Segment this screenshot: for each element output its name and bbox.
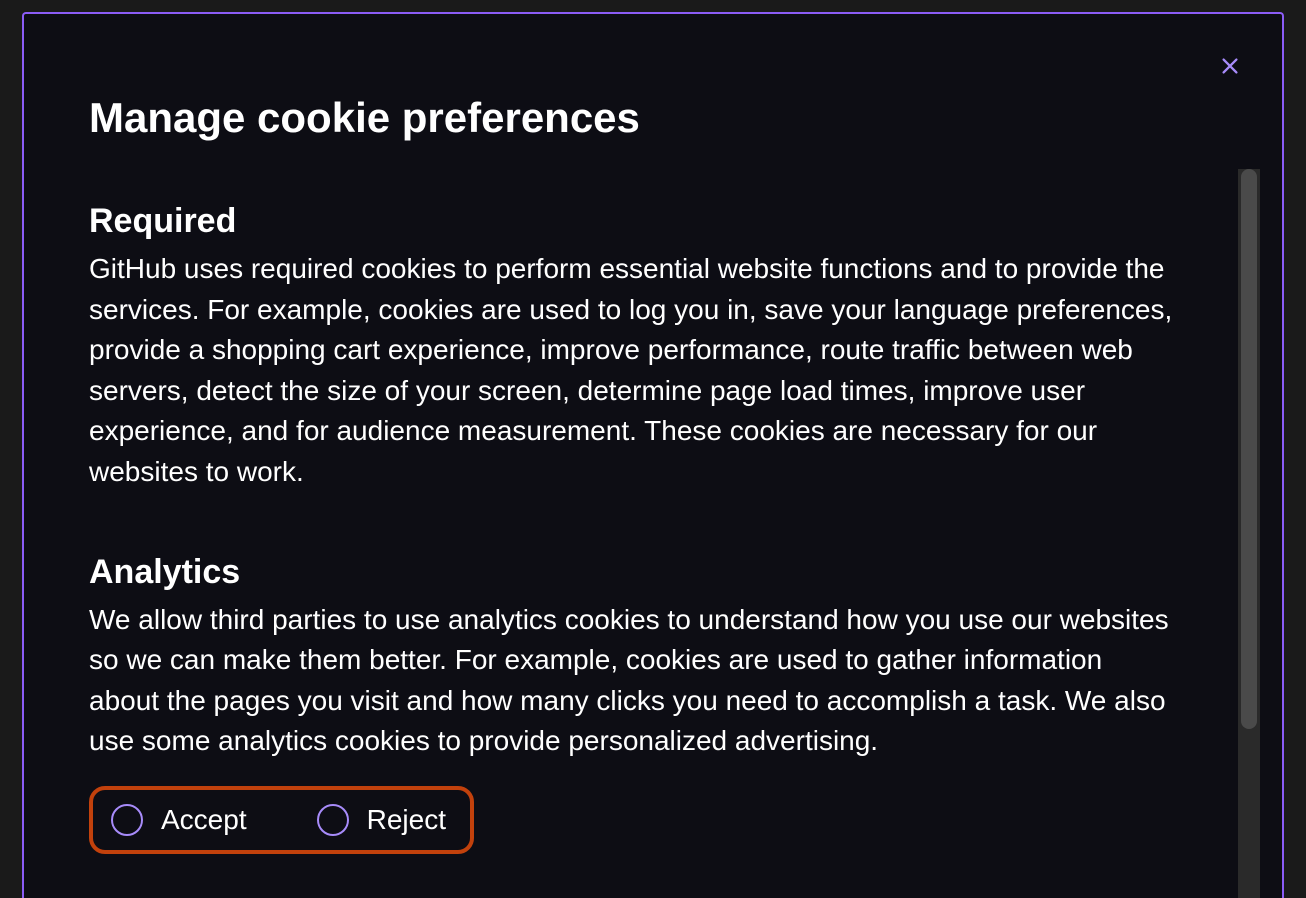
section-required-title: Required: [89, 202, 1177, 241]
section-required: Required GitHub uses required cookies to…: [89, 202, 1177, 493]
section-analytics-title: Analytics: [89, 553, 1177, 592]
analytics-reject-label: Reject: [367, 804, 446, 836]
close-icon: [1219, 55, 1241, 77]
section-required-description: GitHub uses required cookies to perform …: [89, 249, 1177, 493]
close-button[interactable]: [1216, 52, 1244, 80]
analytics-accept-label: Accept: [161, 804, 247, 836]
analytics-reject-radio[interactable]: Reject: [317, 804, 446, 836]
section-analytics: Analytics We allow third parties to use …: [89, 553, 1177, 854]
scrollbar-track[interactable]: [1238, 169, 1260, 898]
scrollbar-thumb[interactable]: [1241, 169, 1257, 729]
analytics-radio-group: Accept Reject: [89, 786, 474, 854]
content-scroll[interactable]: Required GitHub uses required cookies to…: [89, 202, 1217, 886]
radio-icon: [111, 804, 143, 836]
analytics-accept-radio[interactable]: Accept: [111, 804, 247, 836]
cookie-preferences-dialog: Manage cookie preferences Required GitHu…: [22, 12, 1284, 898]
radio-icon: [317, 804, 349, 836]
dialog-inner: Manage cookie preferences Required GitHu…: [24, 14, 1282, 898]
section-analytics-description: We allow third parties to use analytics …: [89, 600, 1177, 762]
dialog-title: Manage cookie preferences: [89, 94, 1217, 142]
